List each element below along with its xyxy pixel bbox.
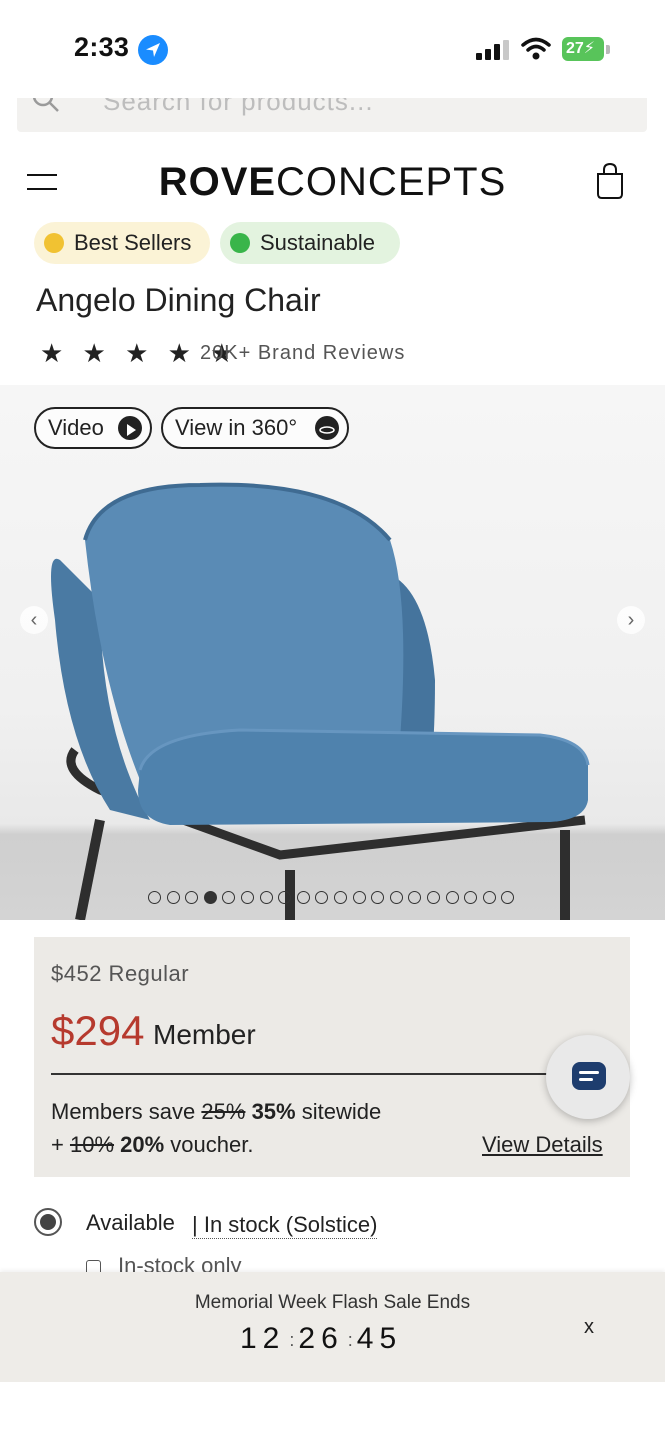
- gallery-dot[interactable]: [315, 891, 329, 905]
- video-button-label: Video: [48, 415, 104, 440]
- flash-sale-banner: Memorial Week Flash Sale Ends 12:26:45 x: [0, 1272, 665, 1382]
- availability-radio[interactable]: [34, 1208, 62, 1236]
- gallery-dot[interactable]: [371, 891, 385, 905]
- product-image-gallery[interactable]: Video View in 360° ‹ ›: [0, 385, 665, 920]
- gallery-dot[interactable]: [389, 891, 403, 905]
- battery-level: 27: [566, 40, 584, 57]
- gallery-dot[interactable]: [464, 891, 478, 905]
- battery-tip: [606, 45, 610, 54]
- search-input[interactable]: Search for products...: [103, 98, 374, 117]
- flash-sale-title: Memorial Week Flash Sale Ends: [194, 1292, 471, 1313]
- countdown-minutes: 26: [298, 1322, 344, 1355]
- gallery-dot[interactable]: [278, 891, 292, 905]
- save-suffix: sitewide: [295, 1099, 382, 1124]
- gallery-dot[interactable]: [482, 891, 496, 905]
- brand-logo-bold: ROVE: [158, 160, 277, 204]
- chat-button[interactable]: [546, 1035, 630, 1119]
- view-details-link[interactable]: View Details: [482, 1132, 603, 1158]
- brand-logo-light: CONCEPTS: [276, 160, 507, 204]
- regular-price: $452 Regular: [51, 961, 190, 986]
- countdown-hours: 12: [240, 1322, 286, 1355]
- cellular-signal-icon: [476, 40, 509, 60]
- leaf-icon: [230, 233, 250, 253]
- product-image: [51, 482, 590, 920]
- price-box: $452 Regular $294 Member Members save 25…: [34, 937, 630, 1177]
- gallery-dot[interactable]: [166, 891, 180, 905]
- status-bar: 2:33 27⚡: [0, 0, 665, 98]
- voucher-old-percent: 10%: [69, 1132, 115, 1157]
- search-bar[interactable]: Search for products...: [17, 98, 647, 132]
- availability-label: Available: [86, 1210, 175, 1235]
- gallery-dot[interactable]: [148, 891, 161, 905]
- location-arrow-icon: [138, 35, 168, 65]
- chat-icon: [572, 1062, 606, 1090]
- brand-logo[interactable]: ROVECONCEPTS: [0, 160, 665, 205]
- bottom-safe-area: [0, 1382, 665, 1440]
- play-icon: [118, 416, 142, 440]
- save-old-percent: 25%: [201, 1099, 246, 1124]
- gallery-prev-arrow-icon[interactable]: ‹: [20, 606, 48, 634]
- battery-indicator: 27⚡: [562, 37, 604, 61]
- product-title: Angelo Dining Chair: [36, 282, 321, 318]
- badge-sustainable: Sustainable: [220, 222, 400, 264]
- badge-best-sellers: Best Sellers: [34, 222, 210, 264]
- gallery-dot[interactable]: [259, 891, 273, 905]
- gallery-next-arrow-icon[interactable]: ›: [617, 606, 645, 634]
- countdown-timer: 12:26:45: [240, 1322, 403, 1355]
- wifi-icon: [521, 37, 551, 60]
- site-header: ROVECONCEPTS: [0, 150, 665, 216]
- voucher-prefix: +: [51, 1132, 70, 1157]
- stock-location-link[interactable]: | In stock (Solstice): [192, 1212, 378, 1239]
- gallery-dot[interactable]: [501, 891, 515, 905]
- gallery-dot[interactable]: [185, 891, 199, 905]
- member-price-label: Member: [153, 1019, 256, 1050]
- voucher-suffix: voucher.: [164, 1132, 254, 1157]
- save-new-percent: 35%: [251, 1099, 296, 1124]
- gallery-dot[interactable]: [240, 891, 254, 905]
- gallery-dot[interactable]: [408, 891, 422, 905]
- shopping-bag-icon[interactable]: [595, 162, 625, 200]
- view-360-button[interactable]: View in 360°: [161, 407, 349, 449]
- badge-label: Best Sellers: [74, 230, 192, 255]
- badge-label: Sustainable: [260, 230, 375, 255]
- gallery-pagination-dots[interactable]: [148, 889, 520, 905]
- gallery-dot[interactable]: [296, 891, 310, 905]
- save-prefix: Members save: [51, 1099, 202, 1124]
- countdown-seconds: 45: [356, 1322, 403, 1355]
- gallery-dot[interactable]: [445, 891, 459, 905]
- gallery-dot[interactable]: [203, 891, 217, 905]
- voucher-text: + 10% 20% voucher.: [51, 1132, 253, 1158]
- gallery-dot[interactable]: [333, 891, 347, 905]
- rotate-360-icon: [315, 416, 339, 440]
- price-divider: [51, 1073, 551, 1075]
- reviews-count[interactable]: 20K+ Brand Reviews: [200, 342, 405, 365]
- close-banner-button[interactable]: x: [584, 1316, 594, 1339]
- gallery-dot[interactable]: [426, 891, 440, 905]
- video-button[interactable]: Video: [34, 407, 152, 449]
- medal-icon: [44, 233, 64, 253]
- gallery-dot[interactable]: [222, 891, 236, 905]
- view-360-label: View in 360°: [175, 415, 298, 440]
- members-save-text: Members save 25% 35% sitewide: [51, 1099, 381, 1125]
- gallery-dot[interactable]: [352, 891, 366, 905]
- voucher-new-percent: 20%: [120, 1132, 165, 1157]
- search-icon: [32, 98, 59, 112]
- status-time: 2:33: [74, 32, 130, 62]
- member-price: $294: [51, 1007, 145, 1054]
